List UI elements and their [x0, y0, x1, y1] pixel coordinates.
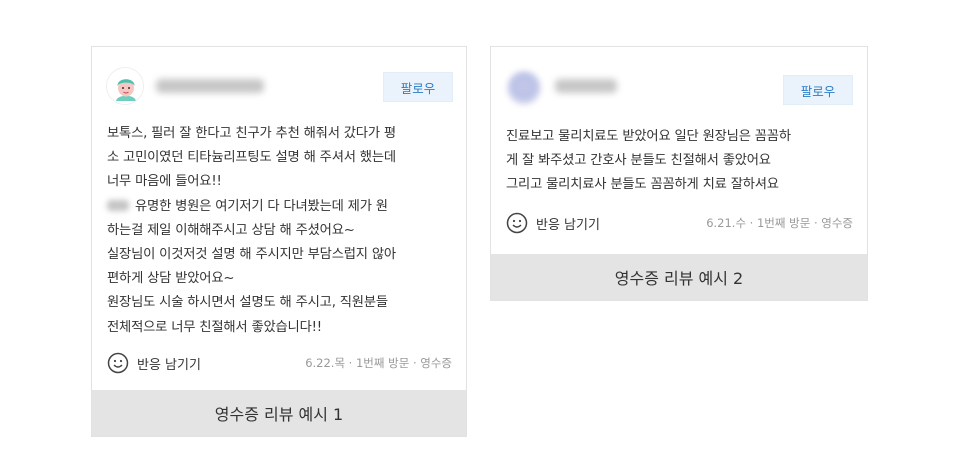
visit-meta: 6.22.목 · 1번째 방문 · 영수증 [305, 356, 452, 370]
review-line: 실장님이 이것저것 설명 해 주시지만 부담스럽지 않아 [107, 246, 396, 262]
blurred-nickname [156, 79, 264, 93]
review-line-with-blur: 유명한 병원은 여기저기 다 다녀봤는데 제가 원 [107, 195, 456, 219]
reviewer-avatar-icon [107, 68, 143, 104]
smiley-icon [506, 212, 528, 234]
review-line: 너무 마음에 들어요!! [107, 174, 222, 190]
follow-button[interactable]: 팔로우 [383, 72, 453, 102]
avatar[interactable] [106, 67, 144, 105]
review-card-2: 팔로우 진료보고 물리치료도 받았어요 일단 원장님은 꼼꼼하 게 잘 봐주셨고… [490, 46, 868, 301]
smiley-icon [107, 352, 129, 374]
react-button[interactable]: 반응 남기기 [506, 212, 600, 234]
review-card-1: 팔로우 보톡스, 필러 잘 한다고 친구가 추천 해줘서 갔다가 평 소 고민이… [91, 46, 467, 437]
review-line: 보톡스, 필러 잘 한다고 친구가 추천 해줘서 갔다가 평 [107, 126, 396, 141]
blurred-nickname [555, 79, 617, 93]
review-line: 전체적으로 너무 친절해서 좋았습니다!! [107, 319, 322, 335]
caption: 영수증 리뷰 예시 1 [92, 390, 466, 436]
visit-meta: 6.21.수 · 1번째 방문 · 영수증 [706, 216, 853, 230]
review-line-text: 유명한 병원은 여기저기 다 다녀봤는데 제가 원 [135, 198, 388, 214]
review-line: 하는걸 제일 이해해주시고 상담 해 주셨어요~ [107, 222, 355, 238]
review-line: 원장님도 시술 하시면서 설명도 해 주시고, 직원분들 [107, 295, 388, 311]
review-line: 편하게 상담 받았어요~ [107, 271, 235, 287]
avatar[interactable] [507, 71, 541, 105]
caption: 영수증 리뷰 예시 2 [491, 254, 867, 300]
react-button[interactable]: 반응 남기기 [107, 352, 201, 374]
blurred-text [107, 200, 129, 212]
review-line: 진료보고 물리치료도 받았어요 일단 원장님은 꼼꼼하 [506, 129, 791, 144]
review-header: 팔로우 [92, 47, 466, 119]
react-label: 반응 남기기 [536, 217, 600, 233]
review-line: 게 잘 봐주셨고 간호사 분들도 친절해서 좋았어요 [506, 153, 771, 169]
review-text: 진료보고 물리치료도 받았어요 일단 원장님은 꼼꼼하 게 잘 봐주셨고 간호사… [506, 125, 857, 198]
react-label: 반응 남기기 [137, 357, 201, 373]
review-header: 팔로우 [491, 47, 867, 119]
review-line: 그리고 물리치료사 분들도 꼼꼼하게 치료 잘하셔요 [506, 177, 779, 193]
follow-button[interactable]: 팔로우 [783, 75, 853, 105]
review-line: 소 고민이였던 티타늄리프팅도 설명 해 주셔서 했는데 [107, 150, 396, 166]
review-text: 보톡스, 필러 잘 한다고 친구가 추천 해줘서 갔다가 평 소 고민이였던 티… [107, 122, 456, 340]
